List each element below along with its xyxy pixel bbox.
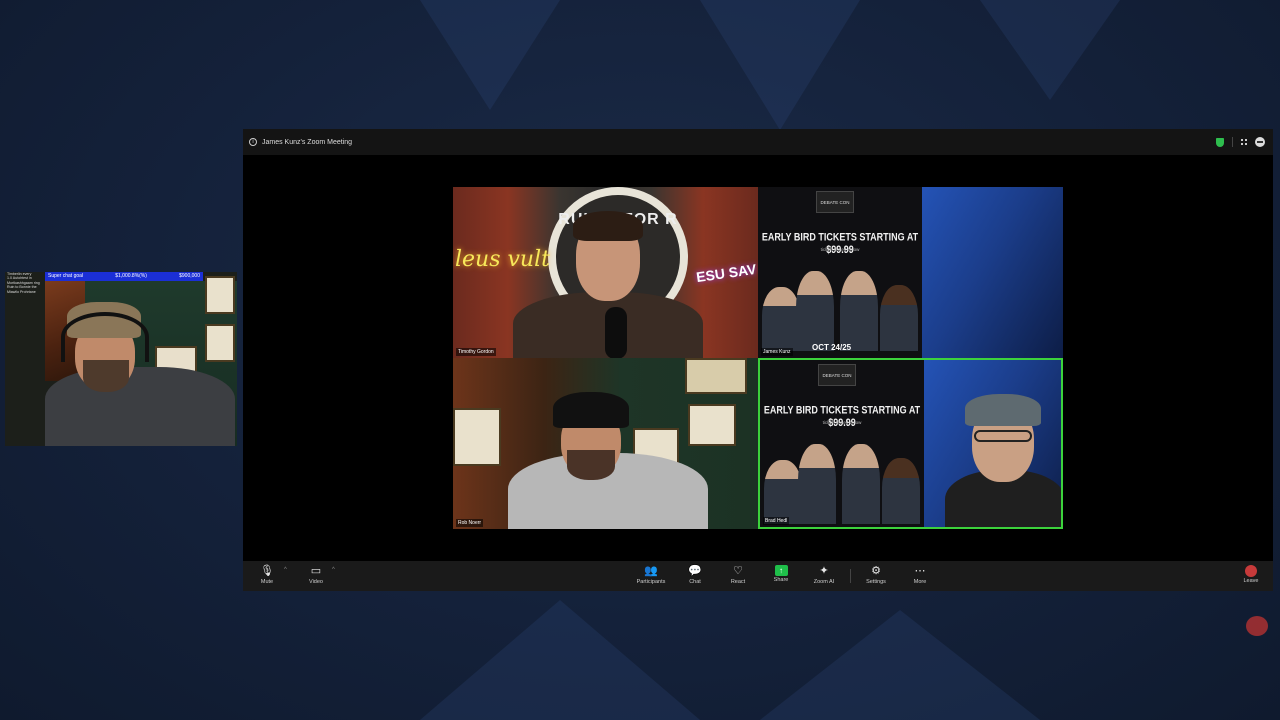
info-icon[interactable]: i [249,138,257,146]
promo-subtext: tickets linked below [822,420,862,425]
leave-icon [1245,565,1257,577]
participant-glasses [974,430,1032,442]
promo-panel: DEBATE CON EARLY BIRD TICKETS STARTING A… [758,187,922,358]
goal-label: Super chat goal [48,273,84,279]
overlay-note: Miawilo Prohrtane [7,289,36,294]
neon-sign: leus vult [455,247,550,272]
promo-speakers [764,438,920,524]
divider [1232,137,1233,147]
zoom-ai-label: Zoom AI [813,579,835,585]
more-icon: ⋯ [914,565,926,577]
virtual-background [922,187,1063,358]
video-tile[interactable]: RULES FOR R leus vult ESU SAV Timothy Go… [453,187,758,358]
promo-speaker [840,271,878,351]
sparkle-icon: ✦ [819,565,829,577]
share-screen-icon: ↑ [774,565,788,576]
more-label: More [913,579,927,585]
participant-beard [567,450,615,480]
video-label: Video [309,579,323,585]
wall-frame [453,408,501,466]
zoom-ai-button[interactable]: ✦ Zoom AI [804,565,844,585]
promo-subtext: tickets linked below [820,247,860,252]
window-titlebar: i James Kunz's Zoom Meeting [243,129,1273,155]
participants-label: Participants [636,579,666,585]
microphone [605,307,627,358]
leave-label: Leave [1243,578,1259,584]
promo-speakers [762,265,918,351]
video-options-caret[interactable]: ^ [332,567,335,573]
participant-cap [553,392,629,428]
audio-options-caret[interactable]: ^ [284,567,287,573]
super-chat-goal-bar: Super chat goal $1,000.8%(%) $900,000 [45,272,203,281]
neon-sign: ESU SAV [694,260,757,286]
view-options-icon[interactable] [1255,137,1265,147]
debate-con-logo: DEBATE CON [818,364,856,386]
participant-name: Brad Hedl [763,517,790,525]
promo-speaker [796,271,834,351]
meeting-title: James Kunz's Zoom Meeting [262,138,353,146]
wall-frame [205,276,235,314]
participant-name: James Kunz [761,348,793,356]
video-tile[interactable]: Rob Noerr [453,358,758,529]
react-label: React [730,579,746,585]
leave-button[interactable]: Leave [1231,565,1271,584]
share-button[interactable]: ↑ Share [761,565,801,583]
encryption-shield-icon[interactable] [1216,137,1224,147]
gallery-view-icon[interactable] [1241,139,1247,145]
promo-speaker [880,285,918,351]
zoom-window: i James Kunz's Zoom Meeting RULES FOR R … [243,129,1273,591]
participant-hair [573,211,643,241]
video-tile-active-speaker[interactable]: DEBATE CON EARLY BIRD TICKETS STARTING A… [758,358,1063,529]
wall-frame [688,404,736,446]
goal-progress: $1,000.8%(%) [115,273,147,279]
settings-button[interactable]: ⚙ Settings [856,565,896,585]
promo-speaker [842,444,880,524]
microphone-icon: 🎙 [260,565,274,577]
wall-frame [205,324,235,362]
video-tile[interactable]: DEBATE CON EARLY BIRD TICKETS STARTING A… [758,187,1063,358]
mute-label: Mute [260,579,274,585]
promo-panel: DEBATE CON EARLY BIRD TICKETS STARTING A… [760,360,924,527]
settings-label: Settings [866,579,886,585]
goal-target: $900,000 [179,273,200,279]
promo-speaker [764,460,802,524]
camera-icon: ▭ [310,565,322,577]
mute-button[interactable]: 🎙 Mute [247,565,287,585]
overlay-notes: Timberlin every 1.0 Autohtest in Mortkas… [7,272,45,294]
streamer-body [45,367,235,446]
gear-icon: ⚙ [871,565,881,577]
video-button[interactable]: ▭ Video [296,565,336,585]
promo-speaker [798,444,836,524]
streamer-beard [83,360,129,392]
share-label: Share [773,577,789,583]
streamer-webcam: Timberlin every 1.0 Autohtest in Mortkas… [5,272,237,446]
react-button[interactable]: ♡ React [718,565,758,585]
participant-cap [965,394,1041,426]
participants-button[interactable]: 👥 Participants [631,565,671,585]
promo-date: OCT 24/25 [812,343,852,352]
promo-speaker [762,287,800,351]
chat-label: Chat [689,579,701,585]
chat-button[interactable]: 💬 Chat [675,565,715,585]
chat-icon: 💬 [688,565,702,577]
toolbar-divider [850,569,851,583]
promo-speaker [882,458,920,524]
participants-icon: 👥 [644,565,658,577]
more-button[interactable]: ⋯ More [900,565,940,585]
channel-logo-watermark [1246,616,1268,636]
participant-name: Rob Noerr [456,519,484,527]
meeting-toolbar: 🎙 Mute ^ ▭ Video ^ 👥 Participants 💬 Chat… [243,561,1273,591]
debate-con-logo: DEBATE CON [816,191,854,213]
wall-frame [685,358,747,394]
streamer-headset [61,312,149,362]
participant-name: Timothy Gordon [456,348,496,356]
heart-icon: ♡ [733,565,743,577]
